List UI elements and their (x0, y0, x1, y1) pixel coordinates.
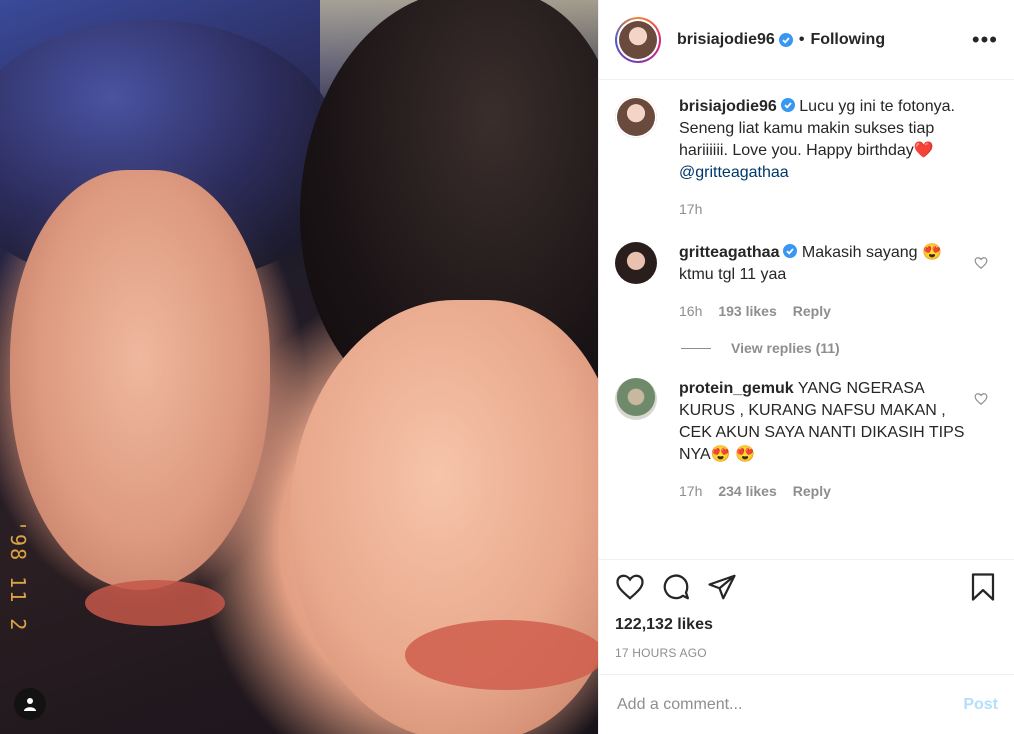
comment-like-icon[interactable] (974, 256, 988, 270)
post-timestamp[interactable]: 17 HOURS AGO (615, 646, 998, 660)
caption-meta: 17h (679, 198, 968, 220)
likes-count[interactable]: 122,132 likes (615, 616, 998, 634)
comments-section: brisiajodie96 Lucu yg ini te fotonya. Se… (599, 80, 1014, 559)
post-actions: 122,132 likes 17 HOURS AGO (599, 559, 1014, 660)
more-options-icon[interactable]: ••• (972, 27, 998, 53)
comment-bubble-icon[interactable] (661, 572, 691, 602)
reply-button[interactable]: Reply (793, 480, 831, 502)
comment-likes[interactable]: 193 likes (718, 300, 776, 322)
photo-smile-left (85, 580, 225, 626)
add-comment-bar: Post (599, 674, 1014, 734)
replies-divider (681, 347, 711, 349)
post-comment-button[interactable]: Post (963, 696, 998, 714)
comment-meta: 17h 234 likes Reply (679, 480, 968, 502)
view-replies-label[interactable]: View replies (11) (731, 340, 840, 356)
post-photo[interactable]: '98 11 2 (0, 0, 598, 734)
comment-username[interactable]: gritteagathaa (679, 244, 779, 261)
comment-time[interactable]: 17h (679, 480, 702, 502)
photo-date-stamp: '98 11 2 (6, 520, 30, 633)
header-separator: • (798, 30, 805, 48)
post-sidebar: brisiajodie96 • Following ••• brisiajodi… (598, 0, 1014, 734)
verified-icon (780, 98, 795, 112)
comment-avatar[interactable] (615, 242, 657, 284)
like-heart-icon[interactable] (615, 572, 645, 602)
view-replies-button[interactable]: View replies (11) (681, 340, 998, 356)
verified-icon (783, 244, 798, 258)
caption-avatar[interactable] (615, 96, 657, 138)
author-avatar[interactable] (615, 16, 661, 63)
comment-item: protein_gemuk YANG NGERASA KURUS , KURAN… (615, 378, 998, 502)
action-icons (615, 572, 998, 602)
add-comment-input[interactable] (615, 694, 964, 715)
save-bookmark-icon[interactable] (968, 572, 998, 602)
comment-meta: 16h 193 likes Reply (679, 300, 968, 322)
following-button[interactable]: Following (810, 31, 885, 49)
tagged-users-icon[interactable] (14, 688, 46, 720)
comment-time[interactable]: 16h (679, 300, 702, 322)
caption-mention[interactable]: @gritteagathaa (679, 164, 789, 181)
comment-avatar[interactable] (615, 378, 657, 420)
photo-smile-right (405, 620, 598, 690)
caption-time[interactable]: 17h (679, 198, 702, 220)
post-view: '98 11 2 brisiajodie96 • Following ••• b… (0, 0, 1014, 734)
comment-item: gritteagathaa Makasih sayang 😍 ktmu tgl … (615, 242, 998, 322)
post-header: brisiajodie96 • Following ••• (599, 0, 1014, 80)
verified-icon (778, 32, 793, 47)
author-username[interactable]: brisiajodie96 (677, 31, 775, 49)
reply-button[interactable]: Reply (793, 300, 831, 322)
photo-face-left (10, 170, 270, 590)
share-send-icon[interactable] (707, 572, 737, 602)
comment-username[interactable]: protein_gemuk (679, 380, 794, 397)
caption-username[interactable]: brisiajodie96 (679, 98, 777, 115)
comment-likes[interactable]: 234 likes (718, 480, 776, 502)
comment-like-icon[interactable] (974, 392, 988, 406)
caption: brisiajodie96 Lucu yg ini te fotonya. Se… (615, 96, 998, 220)
